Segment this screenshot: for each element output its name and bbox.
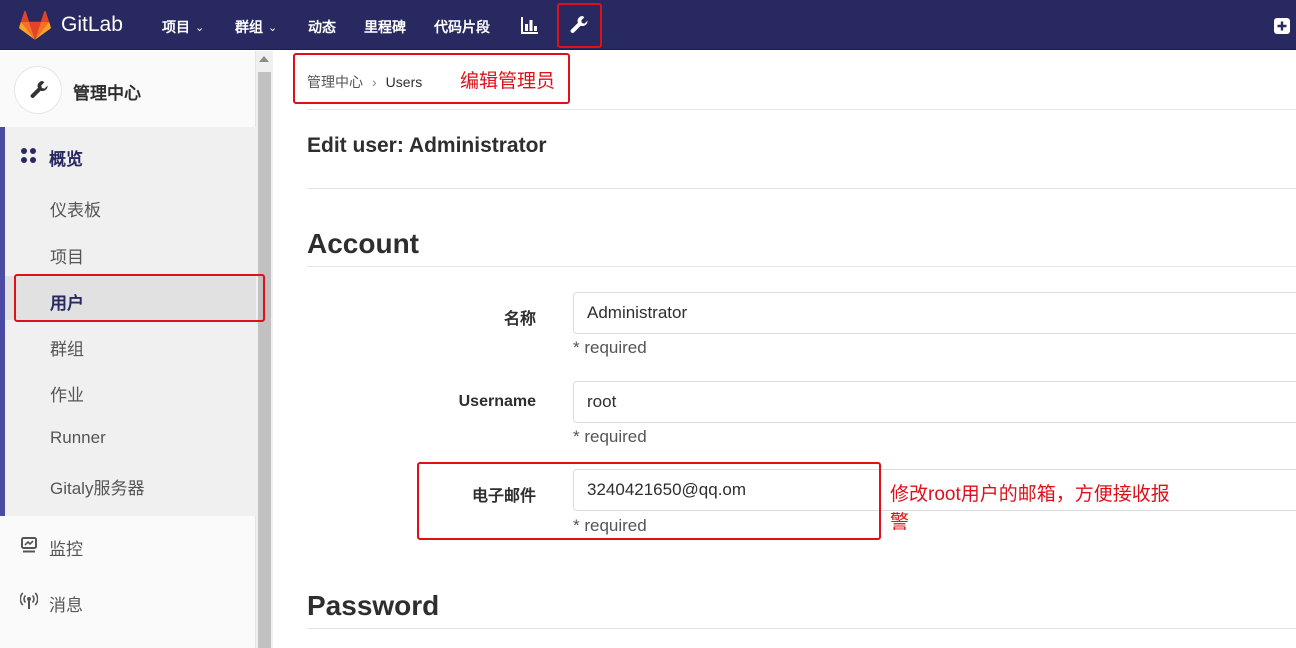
name-input[interactable] [573,292,1296,334]
username-label: Username [458,393,536,410]
username-input[interactable] [573,381,1296,423]
name-required-hint: * required [573,338,647,357]
sidebar-active-highlight [5,276,256,320]
sidebar-item-overview[interactable]: 概览 [49,145,83,170]
breadcrumb-annotation: 编辑管理员 [460,71,556,92]
nav-activity[interactable]: 动态 [308,17,336,37]
sidebar-item-runners[interactable]: Runner [50,428,106,448]
chevron-down-icon: ⌄ [268,22,278,34]
breadcrumb: 管理中心 › Users [307,72,422,92]
sidebar-context-title: 管理中心 [73,84,141,103]
nav-milestones[interactable]: 里程碑 [364,17,406,37]
sidebar-item-users[interactable]: 用户 [50,289,84,314]
sidebar-item-projects[interactable]: 项目 [50,243,84,268]
sidebar-item-gitaly-servers[interactable]: Gitaly服务器 [50,474,144,499]
admin-avatar [14,66,62,114]
divider [307,188,1296,189]
wrench-icon [30,81,48,98]
sidebar-item-jobs[interactable]: 作业 [50,381,84,406]
sidebar-item-groups[interactable]: 群组 [50,335,84,360]
top-navbar: GitLab 项目 ⌄ 群组 ⌄ 动态 里程碑 代码片段 [0,0,1296,50]
activity-chart-icon[interactable] [520,15,540,35]
sidebar-overview-group [0,127,256,516]
divider [307,266,1296,267]
sidebar-context-header[interactable]: 管理中心 [0,51,256,127]
sidebar-item-monitoring[interactable]: 监控 [49,535,83,560]
nav-groups-label: 群组 [235,19,263,35]
page-title: Edit user: Administrator [307,134,547,157]
tanuki-logo-icon[interactable] [19,11,51,41]
divider [307,628,1296,629]
name-label: 名称 [503,311,536,328]
scrollbar-thumb[interactable] [258,72,271,648]
nav-projects-dropdown[interactable]: 项目 ⌄ [162,17,204,37]
overview-grid-icon [21,148,36,163]
password-section-title: Password [307,590,440,621]
nav-groups-dropdown[interactable]: 群组 ⌄ [235,17,277,37]
email-label: 电子邮件 [471,488,536,505]
username-required-hint: * required [573,427,647,446]
breadcrumb-current[interactable]: Users [386,74,423,90]
email-required-hint: * required [573,516,647,535]
nav-snippets[interactable]: 代码片段 [434,17,490,37]
breadcrumb-admin-link[interactable]: 管理中心 [307,74,363,90]
email-annotation-line1: 修改root用户的邮箱，方便接收报 [890,484,1170,505]
nav-projects-label: 项目 [162,19,190,35]
brand-name[interactable]: GitLab [61,13,123,37]
monitor-icon [21,537,37,553]
sidebar-item-messages[interactable]: 消息 [49,591,83,616]
account-section-title: Account [307,228,419,259]
plus-square-icon[interactable] [1274,18,1290,34]
broadcast-icon [20,592,38,609]
admin-wrench-icon[interactable] [568,14,590,36]
divider [307,109,1296,110]
breadcrumb-chevron-icon: › [372,74,377,90]
email-annotation-line2: 警 [890,512,910,533]
sidebar-item-dashboard[interactable]: 仪表板 [50,196,101,221]
scroll-up-arrow-icon[interactable] [259,56,269,62]
chevron-down-icon: ⌄ [195,22,205,34]
